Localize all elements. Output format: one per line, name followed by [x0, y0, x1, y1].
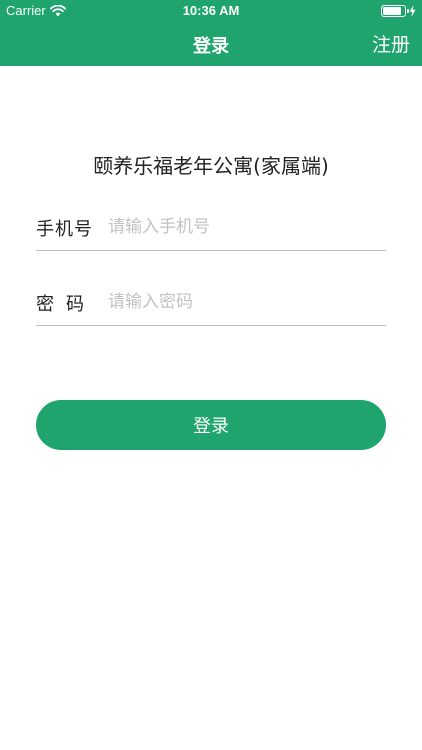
nav-title: 登录	[193, 36, 229, 57]
login-button[interactable]: 登录	[36, 400, 386, 450]
login-screen: Carrier 10:36 AM 登录 注册 颐养乐福老年公寓(家属端) 手机号…	[0, 0, 422, 750]
register-button[interactable]: 注册	[372, 30, 410, 57]
top-bar: Carrier 10:36 AM 登录 注册	[0, 0, 422, 66]
battery-icon	[381, 5, 409, 17]
battery-indicator	[381, 5, 416, 17]
charging-bolt-icon	[409, 5, 416, 17]
phone-input[interactable]	[108, 211, 378, 243]
password-field-row: 密码	[36, 280, 386, 326]
phone-label: 手机号	[36, 219, 93, 240]
battery-level-fill	[383, 7, 402, 15]
password-label: 密码	[36, 294, 96, 315]
phone-field-row: 手机号	[36, 205, 386, 251]
app-title: 颐养乐福老年公寓(家属端)	[93, 154, 329, 178]
status-time: 10:36 AM	[182, 3, 240, 18]
status-bar: Carrier 10:36 AM	[0, 0, 422, 22]
password-input[interactable]	[108, 286, 378, 318]
